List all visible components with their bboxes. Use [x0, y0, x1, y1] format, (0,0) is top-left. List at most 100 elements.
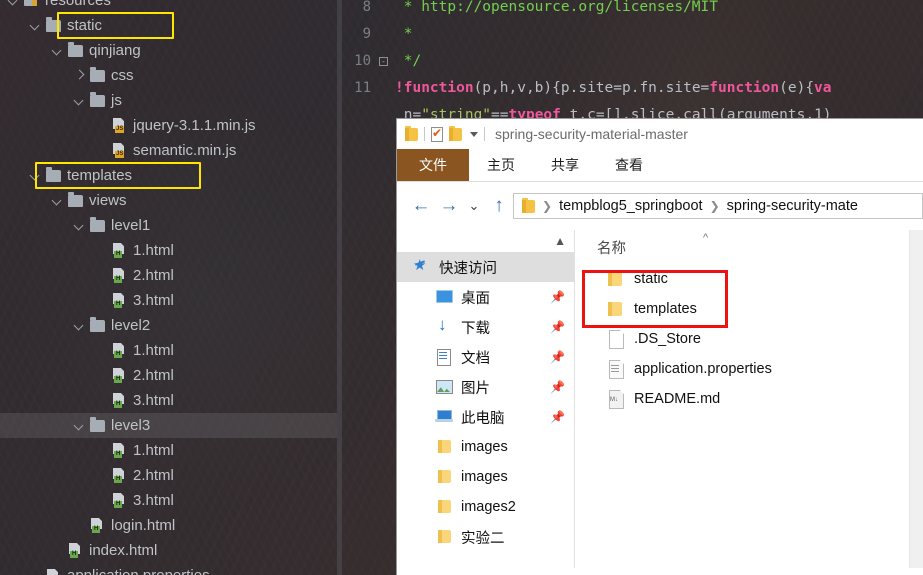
nav-item-label: images — [461, 469, 508, 485]
spacer-icon — [52, 545, 63, 556]
ribbon-tab-2[interactable]: 共享 — [533, 149, 597, 181]
project-tree-pane[interactable]: resources static qinjiang css js jquery-3.1.1… — [0, 0, 337, 575]
nav-item-2[interactable]: 下载 📌 — [397, 312, 574, 342]
tree-item-label: semantic.min.js — [133, 142, 237, 159]
chevron-down-icon[interactable] — [52, 195, 63, 206]
chevron-down-icon[interactable] — [74, 420, 85, 431]
tree-item-resources[interactable]: resources — [0, 0, 337, 13]
pin-icon[interactable]: 📌 — [550, 410, 565, 424]
chevron-right-icon[interactable]: ❯ — [710, 199, 720, 213]
code-fold-icon[interactable]: - — [379, 57, 388, 66]
tree-item-index-html[interactable]: index.html — [0, 538, 337, 563]
file-name-label: templates — [634, 301, 697, 317]
explorer-title-bar[interactable]: spring-security-material-master — [397, 119, 923, 149]
pin-icon[interactable]: 📌 — [550, 320, 565, 334]
tree-item-static[interactable]: static — [0, 13, 337, 38]
back-button[interactable]: ← — [407, 195, 435, 217]
forward-button[interactable]: → — [435, 195, 463, 217]
tree-item-2-html[interactable]: 2.html — [0, 463, 337, 488]
ribbon-tab-0[interactable]: 文件 — [397, 149, 469, 181]
nav-pane-header: ▲ — [397, 230, 574, 252]
chevron-down-icon[interactable] — [74, 220, 85, 231]
tree-item-level2[interactable]: level2 — [0, 313, 337, 338]
file-name-label: static — [634, 271, 668, 287]
chevron-down-icon[interactable] — [8, 0, 19, 6]
breadcrumb-item-0[interactable]: tempblog5_springboot — [559, 198, 703, 214]
explorer-ribbon-tabs[interactable]: 文件 主页 共享 查看 — [397, 149, 923, 181]
tree-item-2-html[interactable]: 2.html — [0, 363, 337, 388]
ribbon-tab-1[interactable]: 主页 — [469, 149, 533, 181]
chevron-down-icon[interactable] — [30, 170, 41, 181]
tree-item-qinjiang[interactable]: qinjiang — [0, 38, 337, 63]
file-row[interactable]: templates — [575, 294, 923, 324]
explorer-address-bar[interactable]: ← → ⌄ ↑ ❯ tempblog5_springboot ❯ spring-… — [397, 182, 923, 230]
breadcrumb-item-1[interactable]: spring-security-mate — [727, 198, 858, 214]
tree-item-js[interactable]: js — [0, 88, 337, 113]
folder-icon[interactable] — [449, 125, 462, 141]
pin-icon[interactable]: 📌 — [550, 290, 565, 304]
chevron-down-icon[interactable] — [74, 320, 85, 331]
tree-item-templates[interactable]: templates — [0, 163, 337, 188]
file-list-pane[interactable]: 名称 ^ static templates .DS_Store application… — [575, 230, 923, 568]
nav-item-9[interactable]: 实验二 — [397, 522, 574, 552]
spacer-icon — [74, 520, 85, 531]
tree-item-css[interactable]: css — [0, 63, 337, 88]
chevron-down-icon[interactable] — [470, 131, 478, 137]
chevron-down-icon[interactable] — [52, 45, 63, 56]
tree-item-login-html[interactable]: login.html — [0, 513, 337, 538]
vertical-scrollbar[interactable] — [909, 230, 923, 568]
ribbon-tab-3[interactable]: 查看 — [597, 149, 661, 181]
tree-item-label: 3.html — [133, 292, 174, 309]
file-row[interactable]: static — [575, 264, 923, 294]
sort-ascending-icon[interactable]: ^ — [703, 232, 708, 244]
column-header-name[interactable]: 名称 ^ — [575, 230, 923, 264]
nav-item-6[interactable]: images — [397, 432, 574, 462]
tree-item-3-html[interactable]: 3.html — [0, 388, 337, 413]
nav-item-5[interactable]: 此电脑 📌 — [397, 402, 574, 432]
file-row[interactable]: README.md — [575, 384, 923, 414]
tree-item-1-html[interactable]: 1.html — [0, 438, 337, 463]
tree-item-jquery-3-1-1-min-js[interactable]: jquery-3.1.1.min.js — [0, 113, 337, 138]
nav-item-7[interactable]: images — [397, 462, 574, 492]
recent-locations-button[interactable]: ⌄ — [463, 198, 485, 214]
nav-item-1[interactable]: 桌面 📌 — [397, 282, 574, 312]
file-explorer-window[interactable]: spring-security-material-master 文件 主页 共享 查看… — [396, 118, 923, 575]
tree-item-level3[interactable]: level3 — [0, 413, 337, 438]
nav-item-0[interactable]: 快速访问 — [397, 252, 574, 282]
chevron-down-icon[interactable] — [74, 95, 85, 106]
ribbon-tab-label: 查看 — [615, 157, 643, 173]
tree-item-label: 2.html — [133, 267, 174, 284]
spacer-icon — [96, 145, 107, 156]
markdown-file-icon — [605, 390, 629, 408]
file-row[interactable]: .DS_Store — [575, 324, 923, 354]
line-number: 11 — [354, 80, 371, 96]
pin-icon[interactable]: 📌 — [550, 380, 565, 394]
tree-item-1-html[interactable]: 1.html — [0, 338, 337, 363]
tree-item-semantic-min-js[interactable]: semantic.min.js — [0, 138, 337, 163]
pin-icon[interactable]: 📌 — [550, 350, 565, 364]
tree-item-3-html[interactable]: 3.html — [0, 488, 337, 513]
tree-item-1-html[interactable]: 1.html — [0, 238, 337, 263]
chevron-down-icon[interactable] — [30, 20, 41, 31]
tree-item-views[interactable]: views — [0, 188, 337, 213]
tree-item-level1[interactable]: level1 — [0, 213, 337, 238]
tree-item-label: static — [67, 17, 103, 34]
navigation-pane[interactable]: ▲ 快速访问桌面 📌 下载 📌 文档 📌 图片 📌 此电脑 📌 images images images… — [397, 230, 575, 568]
divider — [484, 127, 485, 141]
chevron-right-icon[interactable] — [74, 70, 85, 81]
properties-checkmark-icon[interactable] — [431, 126, 443, 142]
up-button[interactable]: ↑ — [485, 195, 513, 217]
nav-item-3[interactable]: 文档 📌 — [397, 342, 574, 372]
folder-icon[interactable] — [405, 125, 418, 141]
nav-item-8[interactable]: images2 — [397, 492, 574, 522]
properties-file-icon — [605, 360, 629, 378]
nav-item-4[interactable]: 图片 📌 — [397, 372, 574, 402]
tree-item-application-properties[interactable]: application.properties — [0, 563, 337, 575]
file-row[interactable]: application.properties — [575, 354, 923, 384]
breadcrumb[interactable]: ❯ tempblog5_springboot ❯ spring-security… — [513, 193, 923, 219]
tree-item-3-html[interactable]: 3.html — [0, 288, 337, 313]
chevron-up-icon[interactable]: ▲ — [554, 234, 566, 248]
chevron-right-icon[interactable]: ❯ — [542, 199, 552, 213]
desktop-icon — [435, 289, 455, 305]
tree-item-2-html[interactable]: 2.html — [0, 263, 337, 288]
